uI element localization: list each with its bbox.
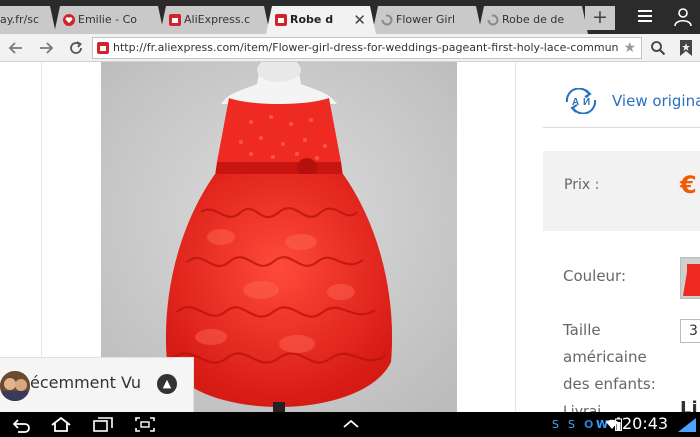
url-text[interactable]: http://fr.aliexpress.com/item/Flower-gir… — [113, 38, 618, 58]
aliexpress-icon — [97, 42, 109, 54]
divider — [543, 127, 700, 128]
close-tab-icon[interactable]: ✕ — [353, 6, 366, 34]
outlook-icon: O — [584, 418, 594, 431]
translate-icon-letter: A — [572, 97, 579, 108]
system-back-icon[interactable] — [10, 416, 32, 433]
color-label: Couleur: — [563, 267, 627, 285]
profile-icon[interactable] — [672, 6, 694, 28]
avatar-photo — [0, 371, 30, 401]
web-page: A Й View origina Prix : € Couleur: Taill… — [0, 62, 700, 412]
system-home-icon[interactable] — [50, 416, 72, 433]
size-label-line: américaine — [563, 348, 647, 366]
tab-ebay[interactable]: ay.fr/sc — [0, 6, 56, 34]
size-label-line: des enfants: — [563, 375, 656, 393]
chevron-up-icon[interactable]: ▲ — [157, 374, 177, 394]
tab-robe-de[interactable]: Robe de de — [478, 6, 588, 34]
delivery-label: Livrai — [563, 404, 602, 412]
battery-icon — [615, 417, 622, 431]
loading-icon — [487, 14, 499, 26]
svg-text:Й: Й — [583, 95, 590, 108]
delivery-value: Li — [680, 398, 698, 412]
bookmark-star-icon[interactable]: ★ — [623, 38, 636, 58]
size-label-line: Taille — [563, 321, 601, 339]
column-divider — [515, 62, 516, 412]
recently-viewed-label: écemment Vu — [30, 373, 141, 392]
translate-icon: A Й — [565, 88, 597, 114]
loading-icon — [381, 14, 393, 26]
tab-emilie[interactable]: Emilie - Co — [54, 6, 164, 34]
url-bar[interactable]: http://fr.aliexpress.com/item/Flower-gir… — [92, 37, 642, 59]
search-icon[interactable] — [650, 40, 666, 56]
price-currency: € — [680, 171, 697, 199]
size-label: Taille américaine des enfants: — [563, 317, 656, 398]
tab-aliexpress[interactable]: AliExpress.c — [160, 6, 270, 34]
tab-label: ay.fr/sc — [0, 13, 40, 26]
reload-icon[interactable] — [68, 40, 84, 56]
tab-flower-girl[interactable]: Flower Girl — [372, 6, 482, 34]
heart-icon — [63, 14, 75, 26]
tab-label: AliExpress.c — [184, 13, 251, 26]
size-select[interactable]: 3 — [680, 319, 700, 343]
tab-label: Robe de de — [502, 13, 565, 26]
tab-switcher-icon[interactable] — [638, 8, 656, 26]
tab-strip: ay.fr/sc Emilie - Co AliExpress.c Robe d… — [0, 0, 700, 34]
system-clock: 20:43 — [622, 414, 669, 433]
browser-toolbar: http://fr.aliexpress.com/item/Flower-gir… — [0, 34, 700, 62]
screenshot-icon[interactable] — [134, 416, 156, 433]
bookmarks-icon[interactable] — [679, 40, 693, 56]
new-tab-button[interactable]: + — [585, 6, 615, 30]
color-option-red[interactable] — [680, 257, 700, 299]
forward-icon[interactable] — [38, 40, 54, 56]
back-icon[interactable] — [8, 40, 24, 56]
skype-icon: S — [568, 418, 575, 431]
color-swatch-image — [681, 258, 700, 298]
view-original-label[interactable]: View origina — [612, 92, 700, 110]
price-box: Prix : € — [543, 151, 700, 231]
price-label: Prix : — [564, 177, 600, 193]
tab-robe-active[interactable]: Robe d ✕ — [266, 6, 376, 34]
recently-viewed-bar[interactable]: écemment Vu ▲ — [0, 357, 194, 412]
signal-icon — [678, 418, 696, 432]
aliexpress-icon — [275, 14, 287, 26]
aliexpress-icon — [169, 14, 181, 26]
tab-label: Flower Girl — [396, 13, 456, 26]
tab-label: Robe d — [290, 13, 334, 26]
tab-label: Emilie - Co — [78, 13, 137, 26]
chevron-up-icon[interactable] — [340, 416, 362, 433]
skype-icon: S — [552, 418, 559, 431]
android-system-bar: S S O W 20:43 — [0, 412, 700, 437]
system-recents-icon[interactable] — [92, 416, 114, 433]
avatar — [0, 371, 30, 401]
